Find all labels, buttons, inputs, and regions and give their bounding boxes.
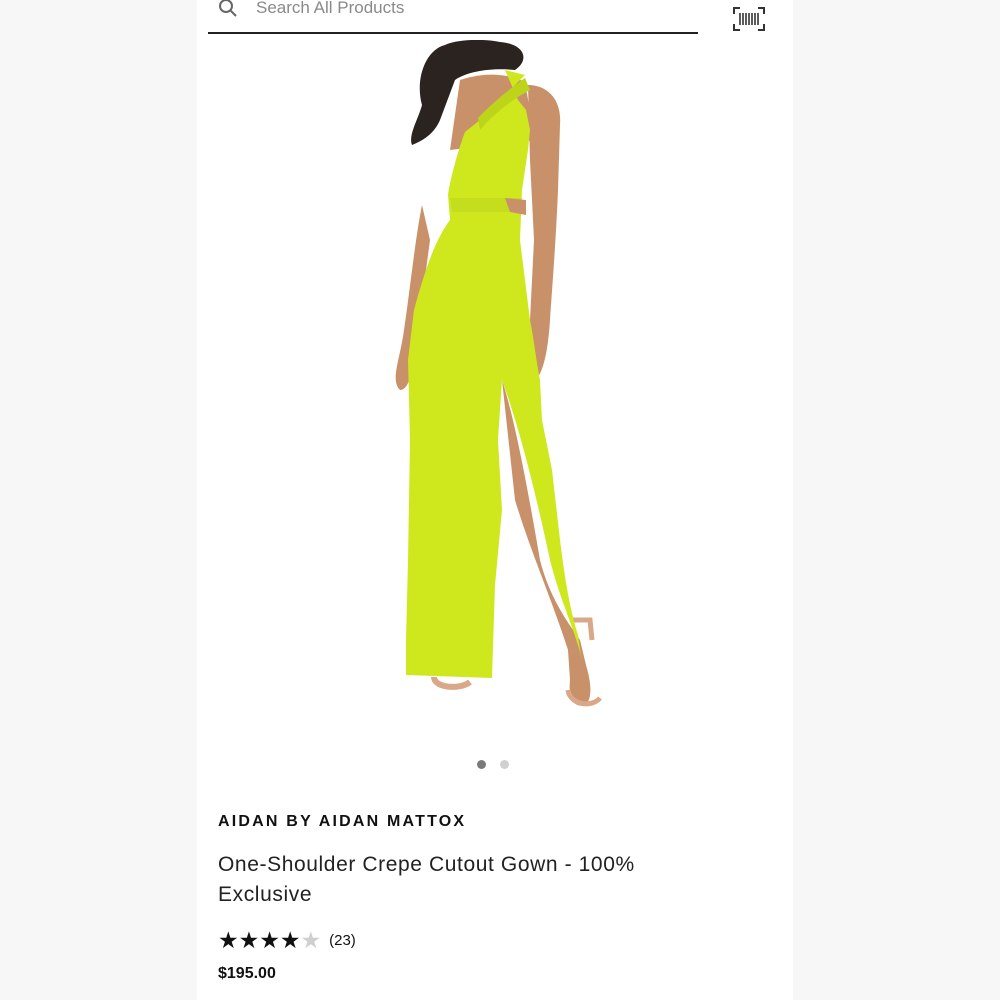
pagination-dot-1[interactable] — [477, 760, 486, 769]
star-empty-icon: ★ — [300, 927, 322, 953]
product-price: $195.00 — [218, 965, 276, 982]
rating-stars: ★ ★ ★ ★ ★ — [218, 928, 321, 952]
model-leg — [502, 380, 591, 706]
star-filled-icon: ★ — [218, 927, 239, 953]
model-shoe-left — [431, 676, 472, 690]
pagination-dot-2[interactable] — [500, 760, 509, 769]
star-filled-icon: ★ — [279, 927, 301, 953]
brand-name[interactable]: AIDAN BY AIDAN MATTOX — [218, 813, 466, 831]
search-bar[interactable] — [208, 0, 698, 34]
search-icon — [219, 0, 237, 17]
star-filled-icon: ★ — [259, 927, 280, 953]
product-image[interactable] — [330, 40, 670, 720]
product-rating[interactable]: ★ ★ ★ ★ ★ (23) — [218, 928, 356, 952]
search-input[interactable] — [256, 0, 656, 18]
review-count[interactable]: (23) — [329, 932, 356, 949]
star-filled-icon: ★ — [238, 927, 260, 953]
barcode-scan-icon[interactable] — [732, 6, 766, 32]
image-pagination — [477, 760, 509, 769]
product-title: One-Shoulder Crepe Cutout Gown - 100% Ex… — [218, 853, 635, 906]
